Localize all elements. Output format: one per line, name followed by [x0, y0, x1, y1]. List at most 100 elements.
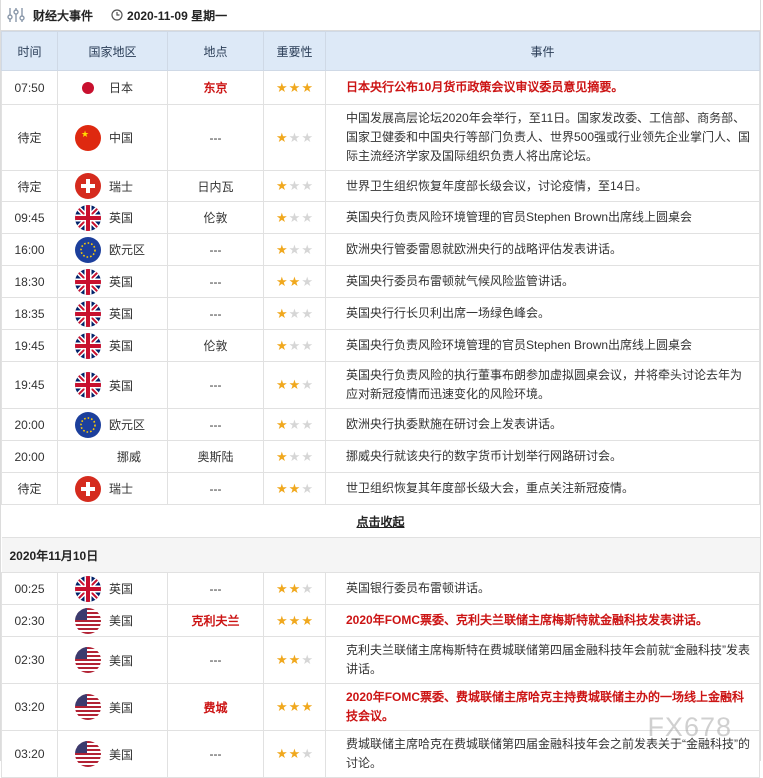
- star-icon: ★: [288, 241, 301, 257]
- row-event: 挪威央行就该央行的数字货币计划举行网路研讨会。: [325, 440, 760, 473]
- star-icon: ★: [301, 129, 313, 145]
- row-country-cell: 美国: [57, 636, 168, 684]
- country-wrapper: 英国: [59, 575, 166, 602]
- row-importance: ★ ★ ★: [263, 730, 326, 778]
- row-country-cell: 英国: [57, 361, 168, 409]
- row-location: 费城: [167, 683, 264, 731]
- top-bar: 财经大事件 2020-11-09 星期一: [1, 0, 760, 31]
- star-icon: ★: [301, 273, 313, 289]
- star-icon: ★: [288, 746, 301, 761]
- star-icon: ★: [301, 209, 313, 225]
- row-location: 奥斯陆: [167, 440, 264, 473]
- row-country-cell: 美国: [57, 604, 168, 637]
- star-icon: ★: [276, 209, 288, 225]
- row-location: ---: [167, 361, 264, 409]
- importance-stars: ★ ★ ★: [276, 378, 313, 391]
- col-header-time: 时间: [1, 31, 58, 71]
- current-date: 2020-11-09 星期一: [127, 8, 228, 23]
- star-icon: ★: [276, 377, 288, 392]
- row-event: 英国银行委员布雷顿讲话。: [325, 572, 760, 605]
- us-flag-icon: [75, 741, 101, 767]
- uk-flag-icon: [75, 575, 101, 602]
- country-wrapper: 英国: [59, 300, 166, 327]
- row-country-name: 美国: [109, 653, 134, 668]
- row-country-cell: 英国: [57, 572, 168, 605]
- star-icon: ★: [288, 377, 301, 392]
- row-importance: ★ ★ ★: [263, 201, 326, 234]
- clock-icon: [111, 9, 123, 21]
- row-country-name: 英国: [109, 378, 134, 393]
- star-icon: ★: [301, 79, 313, 95]
- row-time: 19:45: [1, 329, 58, 362]
- day2-rows: 00:25 英国 --- ★ ★ ★ 英国银行委员布雷顿讲话。 02:30 美国 克利夫兰 ★ ★ ★ 2…: [1, 572, 760, 778]
- country-wrapper: 英国: [59, 332, 166, 359]
- row-time: 待定: [1, 170, 58, 202]
- us-flag-icon: [75, 647, 101, 673]
- uk-flag-icon: [75, 332, 101, 359]
- row-importance: ★ ★ ★: [263, 265, 326, 298]
- switzerland-flag-icon: [75, 475, 101, 502]
- row-importance: ★ ★ ★: [263, 636, 326, 684]
- star-icon: ★: [301, 580, 313, 596]
- country-wrapper: 日本: [59, 74, 166, 101]
- table-row: 16:00 欧元区 --- ★ ★ ★ 欧洲央行管委雷恩就欧洲央行的战略评估发表讲话。: [1, 233, 760, 266]
- row-country-name: 瑞士: [109, 179, 134, 194]
- importance-stars: ★ ★ ★: [276, 653, 313, 666]
- row-event: 英国央行负责风险环境管理的官员Stephen Brown出席线上圆桌会: [325, 201, 760, 234]
- uk-flag-icon: [75, 268, 101, 295]
- col-header-country: 国家地区: [57, 31, 168, 71]
- table-row: 19:45 英国 伦敦 ★ ★ ★ 英国央行负责风险环境管理的官员Stephen Brown…: [1, 329, 760, 362]
- row-location: ---: [167, 233, 264, 266]
- star-icon: ★: [288, 416, 301, 432]
- country-wrapper: 美国: [59, 741, 166, 767]
- star-icon: ★: [301, 652, 313, 667]
- importance-stars: ★ ★ ★: [276, 179, 313, 192]
- country-wrapper: 美国: [59, 607, 166, 634]
- date-divider-label: 2020年11月10日: [1, 537, 760, 573]
- row-country-name: 欧元区: [109, 418, 146, 432]
- star-icon: ★: [276, 746, 288, 761]
- star-icon: ★: [288, 305, 301, 321]
- importance-stars: ★ ★ ★: [276, 307, 313, 320]
- row-event: 英国央行委员布雷顿就气候风险监管讲话。: [325, 265, 760, 298]
- star-icon: ★: [276, 699, 288, 714]
- row-time: 待定: [1, 472, 58, 505]
- row-time: 09:45: [1, 201, 58, 234]
- row-time: 20:00: [1, 440, 58, 473]
- row-importance: ★ ★ ★: [263, 297, 326, 330]
- star-icon: ★: [276, 241, 288, 257]
- row-country-cell: 美国: [57, 683, 168, 731]
- country-wrapper: 瑞士: [59, 173, 166, 199]
- country-wrapper: 英国: [59, 268, 166, 295]
- row-time: 16:00: [1, 233, 58, 266]
- uk-flag-icon: [75, 300, 101, 327]
- star-icon: ★: [301, 377, 313, 392]
- star-icon: ★: [301, 448, 313, 464]
- row-time: 18:30: [1, 265, 58, 298]
- table-header-row: 时间 国家地区 地点 重要性 事件: [1, 31, 760, 71]
- row-importance: ★ ★ ★: [263, 329, 326, 362]
- importance-stars: ★ ★ ★: [276, 747, 313, 760]
- row-country-cell: 日本: [57, 70, 168, 105]
- star-icon: ★: [276, 448, 288, 464]
- star-icon: ★: [288, 178, 301, 193]
- row-importance: ★ ★ ★: [263, 472, 326, 505]
- row-country-name: 英国: [109, 339, 134, 353]
- calendar-panel: 财经大事件 2020-11-09 星期一 时间 国家地区 地点 重要性 事件 0…: [0, 0, 761, 778]
- row-importance: ★ ★ ★: [263, 683, 326, 731]
- row-country-cell: 英国: [57, 265, 168, 298]
- row-location: ---: [167, 297, 264, 330]
- row-country-cell: 欧元区: [57, 233, 168, 266]
- importance-stars: ★ ★ ★: [276, 275, 313, 288]
- row-location: ---: [167, 265, 264, 298]
- row-time: 18:35: [1, 297, 58, 330]
- row-country-cell: 挪威: [57, 440, 168, 473]
- collapse-link[interactable]: 点击收起: [356, 515, 404, 529]
- row-event: 欧洲央行管委雷恩就欧洲央行的战略评估发表讲话。: [325, 233, 760, 266]
- row-location: ---: [167, 730, 264, 778]
- star-icon: ★: [288, 448, 301, 464]
- filter-sliders-icon[interactable]: [5, 4, 27, 26]
- row-importance: ★ ★ ★: [263, 104, 326, 171]
- eu-flag-icon: [75, 411, 101, 438]
- star-icon: ★: [301, 178, 313, 193]
